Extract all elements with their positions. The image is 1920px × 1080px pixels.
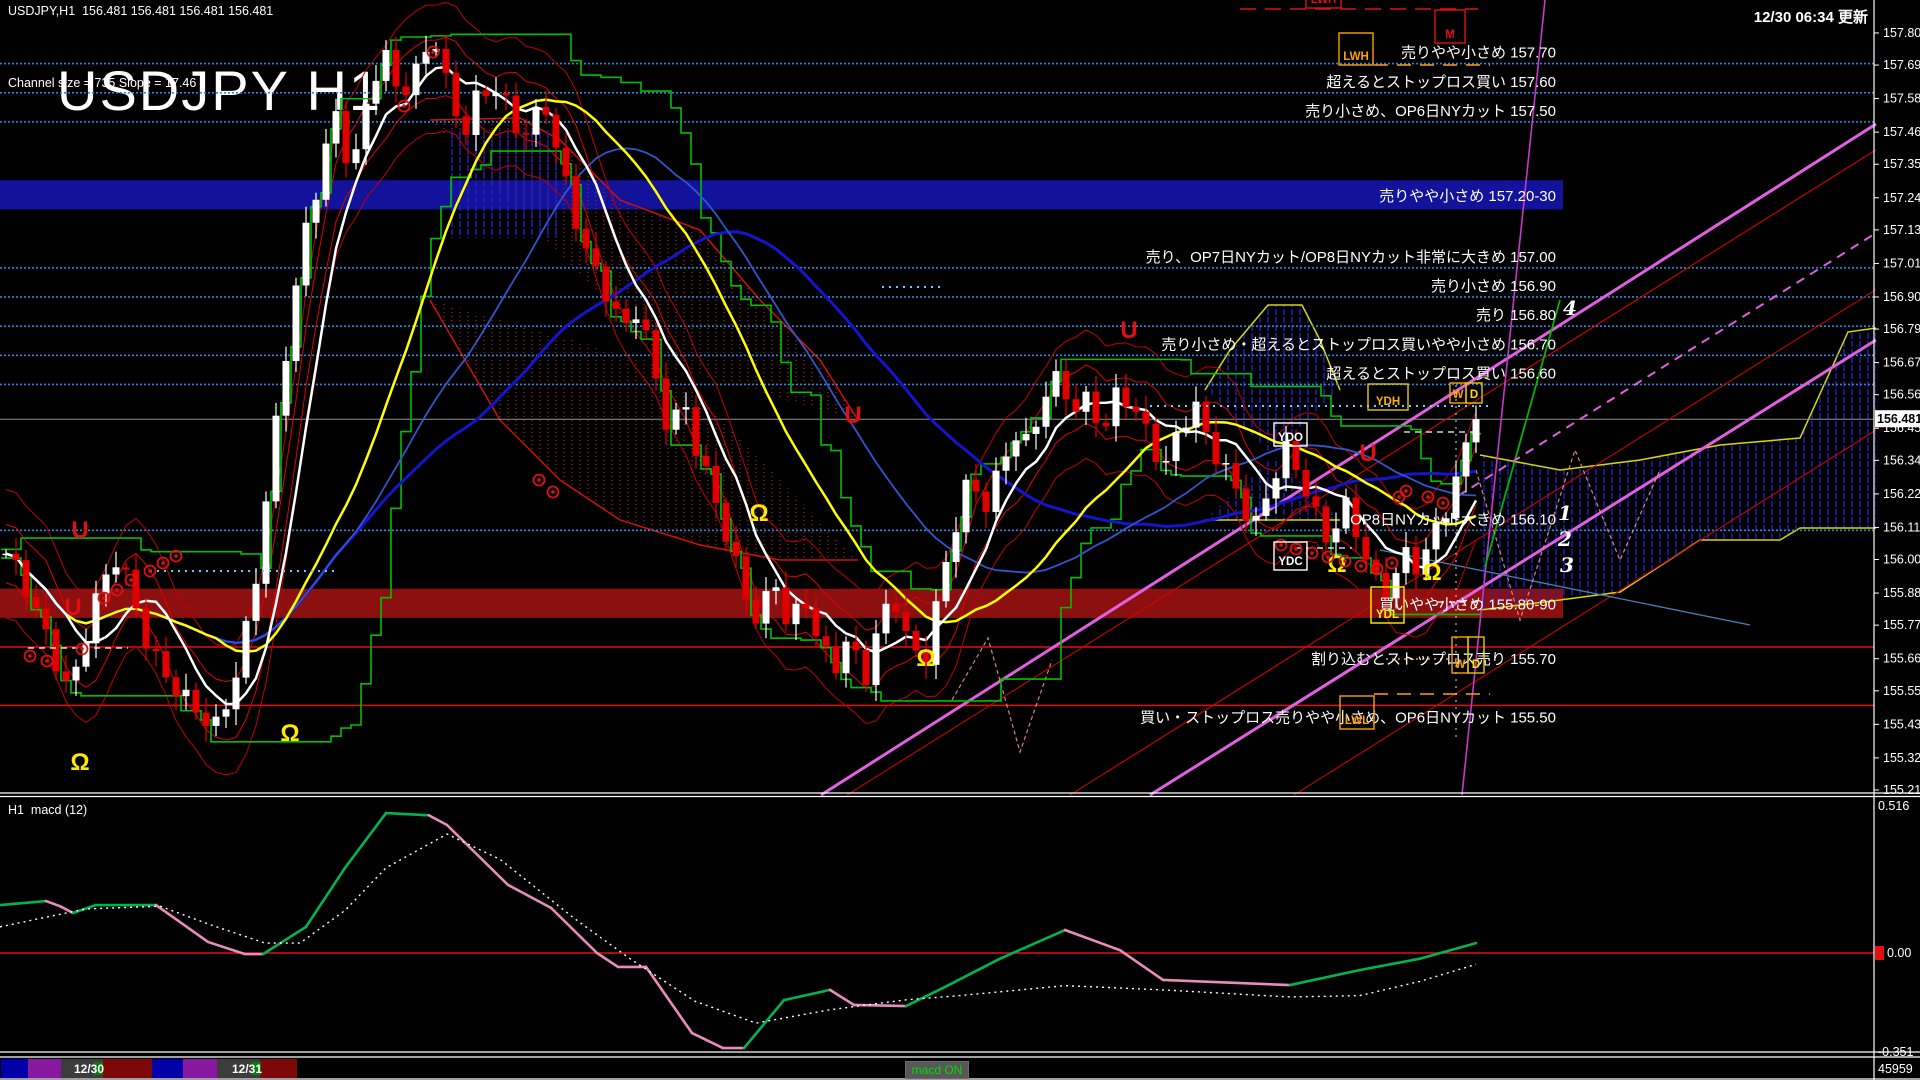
session-timeline-bar: 12/30 12/31 — [1, 1059, 297, 1078]
svg-text:W: W — [1455, 659, 1466, 671]
sell-signal-icon: U — [844, 402, 861, 429]
svg-text:157.465: 157.465 — [1883, 125, 1920, 139]
svg-text:D: D — [1470, 389, 1478, 401]
svg-text:155.435: 155.435 — [1883, 717, 1920, 731]
svg-text:超えるとストップロス買い 157.60: 超えるとストップロス買い 157.60 — [1326, 74, 1556, 91]
buy-signal-icon: Ω — [1422, 559, 1441, 586]
symbol-info: USDJPY,H1 156.481 156.481 156.481 156.48… — [8, 4, 274, 18]
sell-signal-icon: U — [71, 517, 88, 544]
svg-text:-0.351: -0.351 — [1878, 1045, 1913, 1059]
svg-text:155.320: 155.320 — [1883, 751, 1920, 765]
svg-text:157.695: 157.695 — [1883, 58, 1920, 72]
sell-signal-icon: U — [1359, 440, 1376, 467]
svg-text:157.130: 157.130 — [1883, 223, 1920, 237]
svg-text:155.550: 155.550 — [1883, 684, 1920, 698]
svg-text:割り込むとストップロス売り 155.70: 割り込むとストップロス売り 155.70 — [1311, 651, 1556, 668]
svg-text:155.210: 155.210 — [1883, 783, 1920, 797]
svg-text:LWH: LWH — [1343, 51, 1369, 63]
svg-text:超えるとストップロス買い 156.60: 超えるとストップロス買い 156.60 — [1326, 365, 1556, 382]
svg-text:W: W — [1453, 389, 1464, 401]
buy-signal-icon: Ω — [70, 749, 89, 776]
svg-text:売り小さめ 156.90: 売り小さめ 156.90 — [1431, 278, 1556, 295]
svg-text:YDL: YDL — [1376, 609, 1399, 621]
svg-text:155.885: 155.885 — [1883, 586, 1920, 600]
svg-text:買いやや小さめ 155.80-90: 買いやや小さめ 155.80-90 — [1379, 596, 1556, 613]
svg-text:157.015: 157.015 — [1883, 256, 1920, 270]
date-label: 12/31 — [232, 1062, 262, 1076]
svg-text:156.110: 156.110 — [1883, 520, 1920, 534]
svg-text:売り 156.80: 売り 156.80 — [1476, 307, 1556, 324]
buy-signal-icon: Ω — [916, 645, 935, 672]
svg-text:YDC: YDC — [1278, 556, 1302, 568]
chart-canvas[interactable]: UUUUUΩΩΩΩΩ Ω4123売りやや小さめ 157.70超えるとストップロス買… — [0, 0, 1920, 1080]
svg-text:156.225: 156.225 — [1883, 487, 1920, 501]
svg-text:156.675: 156.675 — [1883, 356, 1920, 370]
svg-text:156.900: 156.900 — [1883, 290, 1920, 304]
svg-text:OP8日NYカット大きめ 156.10: OP8日NYカット大きめ 156.10 — [1350, 511, 1556, 528]
tick-counter: 45959 — [1878, 1062, 1913, 1076]
svg-text:M: M — [1445, 29, 1455, 41]
update-timestamp: 12/30 06:34 更新 — [1753, 9, 1868, 26]
svg-text:LWH: LWH — [1311, 0, 1337, 6]
macd-panel — [0, 811, 1874, 1050]
wave-count-number: 3 — [1560, 553, 1574, 577]
svg-text:0.516: 0.516 — [1878, 799, 1909, 813]
svg-text:155.775: 155.775 — [1883, 618, 1920, 632]
wave-count-number: 2 — [1557, 527, 1572, 551]
macd-toggle-button[interactable]: macd ON — [905, 1061, 969, 1079]
current-price-tag: 156.481 — [1877, 412, 1920, 426]
channel-info: Channel size = 735 Slope = 17.46 — [8, 76, 197, 90]
svg-text:156.000: 156.000 — [1883, 553, 1920, 567]
sell-signal-icon: U — [1120, 317, 1137, 344]
svg-text:YDH: YDH — [1376, 396, 1400, 408]
svg-text:0.00: 0.00 — [1887, 946, 1911, 960]
svg-text:156.340: 156.340 — [1883, 453, 1920, 467]
svg-text:売りやや小さめ 157.70: 売りやや小さめ 157.70 — [1401, 45, 1556, 62]
svg-text:157.580: 157.580 — [1883, 92, 1920, 106]
svg-text:D: D — [1472, 659, 1480, 671]
svg-text:156.790: 156.790 — [1883, 322, 1920, 336]
macd-indicator-label: H1 macd (12) — [8, 803, 88, 817]
buy-signal-icon: Ω — [280, 720, 299, 747]
svg-text:157.240: 157.240 — [1883, 191, 1920, 205]
wave-count-number: 1 — [1558, 501, 1572, 525]
trading-app-window: USDJPY H1 U U U U U Ω Ω Ω Ω Ω Ω 4 1 2 3 売りやや小さめ 157.70 超… — [0, 0, 1920, 1080]
wave-count-number: 4 — [1563, 296, 1577, 320]
order-annotations: 売りやや小さめ 157.70 超えるとストップロス買い 157.60 売り小さめ、O… — [1140, 45, 1556, 727]
svg-text:売り小さめ・超えるとストップロス買いやや小さめ 156.70: 売り小さめ・超えるとストップロス買いやや小さめ 156.70 — [1161, 336, 1556, 353]
svg-text:156.565: 156.565 — [1883, 388, 1920, 402]
svg-text:売り小さめ、OP6日NYカット 157.50: 売り小さめ、OP6日NYカット 157.50 — [1305, 103, 1556, 120]
svg-text:155.660: 155.660 — [1883, 652, 1920, 666]
sell-signal-icon: U — [64, 594, 81, 621]
svg-text:売り、OP7日NYカット/OP8日NYカット非常に大きめ 1: 売り、OP7日NYカット/OP8日NYカット非常に大きめ 157.00 — [1146, 249, 1556, 266]
svg-text:売りやや小さめ 157.20-30: 売りやや小さめ 157.20-30 — [1379, 188, 1556, 205]
buy-signal-icon: Ω — [749, 500, 768, 527]
svg-text:157.805: 157.805 — [1883, 26, 1920, 40]
svg-text:157.355: 157.355 — [1883, 157, 1920, 171]
svg-text:YDO: YDO — [1278, 432, 1303, 444]
svg-text:LWL: LWL — [1345, 715, 1369, 727]
date-label: 12/30 — [74, 1062, 104, 1076]
